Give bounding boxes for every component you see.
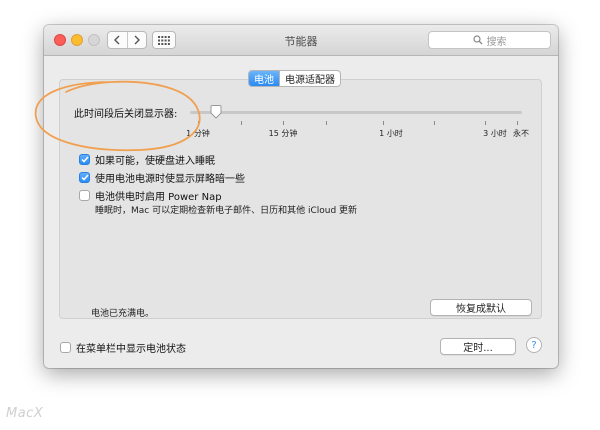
- grid-icon: [158, 35, 170, 45]
- magnifier-icon: [472, 35, 482, 45]
- search-placeholder: 搜索: [486, 36, 507, 48]
- power-source-tabs: 电池 电源适配器: [248, 70, 341, 87]
- tick-mark: [198, 121, 199, 125]
- tick-label-1-minute: 1 分钟: [186, 129, 210, 138]
- display-sleep-label: 此时间段后关闭显示器:: [74, 109, 178, 120]
- tick-mark: [283, 121, 284, 125]
- chevron-left-icon: [114, 35, 120, 45]
- chevron-right-icon: [134, 35, 140, 45]
- forward-button[interactable]: [126, 32, 147, 48]
- option-hard-disk-sleep[interactable]: 如果可能，使硬盘进入睡眠: [79, 152, 215, 167]
- search-field[interactable]: 搜索: [428, 31, 551, 49]
- tick-mark: [434, 121, 435, 125]
- checkbox-unchecked[interactable]: [79, 190, 90, 201]
- tick-label-15-minutes: 15 分钟: [268, 129, 298, 138]
- option-label: 在菜单栏中显示电池状态: [76, 344, 186, 355]
- tick-label-1-hour: 1 小时: [379, 129, 403, 138]
- display-sleep-slider-track[interactable]: [190, 111, 522, 114]
- restore-defaults-button[interactable]: 恢复成默认: [430, 299, 532, 316]
- checkmark-icon: [80, 156, 89, 163]
- power-nap-description: 睡眠时，Mac 可以定期检查新电子邮件、日历和其他 iCloud 更新: [95, 206, 358, 216]
- checkbox-checked[interactable]: [79, 172, 90, 183]
- option-label: 使用电池电源时使显示屏略暗一些: [95, 174, 245, 185]
- tab-battery[interactable]: 电池: [249, 71, 279, 86]
- tick-mark: [383, 121, 384, 125]
- checkbox-checked[interactable]: [79, 154, 90, 165]
- help-button[interactable]: ?: [526, 337, 542, 353]
- tick-mark: [326, 121, 327, 125]
- tick-mark: [517, 121, 518, 125]
- checkmark-icon: [80, 174, 89, 181]
- show-all-button[interactable]: [152, 31, 176, 49]
- minimize-window-button[interactable]: [71, 34, 83, 46]
- schedule-button[interactable]: 定时...: [440, 338, 516, 355]
- watermark-text: MacX: [6, 406, 44, 421]
- option-dim-display-on-battery[interactable]: 使用电池电源时使显示屏略暗一些: [79, 170, 245, 185]
- back-button[interactable]: [108, 32, 127, 48]
- option-label: 电池供电时启用 Power Nap: [95, 192, 222, 203]
- close-window-button[interactable]: [54, 34, 66, 46]
- battery-status-text: 电池已充满电。: [91, 309, 155, 319]
- tab-power-adapter[interactable]: 电源适配器: [279, 71, 340, 86]
- option-label: 如果可能，使硬盘进入睡眠: [95, 156, 215, 167]
- zoom-window-button[interactable]: [88, 34, 100, 46]
- title-bar: 节能器 搜索: [44, 25, 558, 56]
- tick-mark: [241, 121, 242, 125]
- tick-label-never: 永不: [513, 129, 529, 138]
- checkbox-unchecked[interactable]: [60, 342, 71, 353]
- back-forward-group: [107, 31, 147, 49]
- tick-label-3-hours: 3 小时: [483, 129, 507, 138]
- tick-mark: [485, 121, 486, 125]
- option-show-battery-in-menubar[interactable]: 在菜单栏中显示电池状态: [60, 340, 186, 355]
- display-sleep-slider-thumb[interactable]: [210, 105, 222, 119]
- option-power-nap-on-battery[interactable]: 电池供电时启用 Power Nap: [79, 188, 222, 203]
- energy-saver-window: 节能器 搜索 电池 电源适配器 此时间段后关闭显示器: 1 分钟 15 分钟 1…: [44, 25, 558, 368]
